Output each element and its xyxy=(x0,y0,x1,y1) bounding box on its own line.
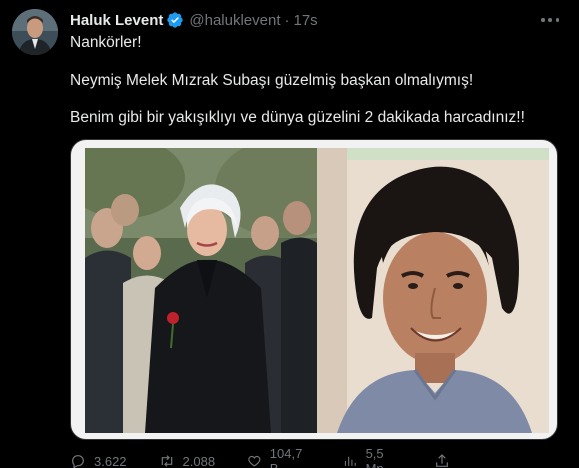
like-icon xyxy=(248,455,261,467)
views-button[interactable]: 5,5 Mn xyxy=(343,446,402,468)
tweet-text-line-1: Nankörler! xyxy=(70,34,142,51)
separator-dot: · xyxy=(284,11,290,29)
tweet-media[interactable] xyxy=(70,139,558,440)
share-icon xyxy=(436,454,448,467)
tweet-text-line-3: Benim gibi bir yakışıklıyı ve dünya güze… xyxy=(70,109,525,126)
reply-count: 3.622 xyxy=(94,453,127,468)
tweet-actions: 3.622 2.088 104,7 B 5,5 Mn xyxy=(70,446,490,468)
tweet[interactable]: Haluk Levent @haluklevent · 17s Nankörle… xyxy=(0,0,579,468)
verified-badge-icon xyxy=(166,11,184,29)
photo-man[interactable] xyxy=(317,148,549,433)
like-count: 104,7 B xyxy=(269,446,303,468)
photo-woman[interactable] xyxy=(85,148,317,433)
user-handle[interactable]: @haluklevent xyxy=(189,12,280,29)
more-icon[interactable] xyxy=(539,12,561,28)
avatar[interactable] xyxy=(12,9,58,55)
views-icon xyxy=(344,456,356,466)
timestamp[interactable]: 17s xyxy=(294,12,318,29)
retweet-button[interactable]: 2.088 xyxy=(159,453,216,468)
retweet-count: 2.088 xyxy=(182,453,216,468)
share-button[interactable] xyxy=(434,453,458,468)
like-button[interactable]: 104,7 B xyxy=(247,446,311,468)
reply-button[interactable]: 3.622 xyxy=(70,453,127,468)
user-name[interactable]: Haluk Levent xyxy=(70,12,163,29)
reply-icon xyxy=(72,455,84,468)
tweet-text-line-2: Neymiş Melek Mızrak Subaşı güzelmiş başk… xyxy=(70,72,474,89)
views-count: 5,5 Mn xyxy=(365,446,384,468)
retweet-icon xyxy=(161,455,172,467)
tweet-header: Haluk Levent @haluklevent · 17s xyxy=(70,10,318,30)
